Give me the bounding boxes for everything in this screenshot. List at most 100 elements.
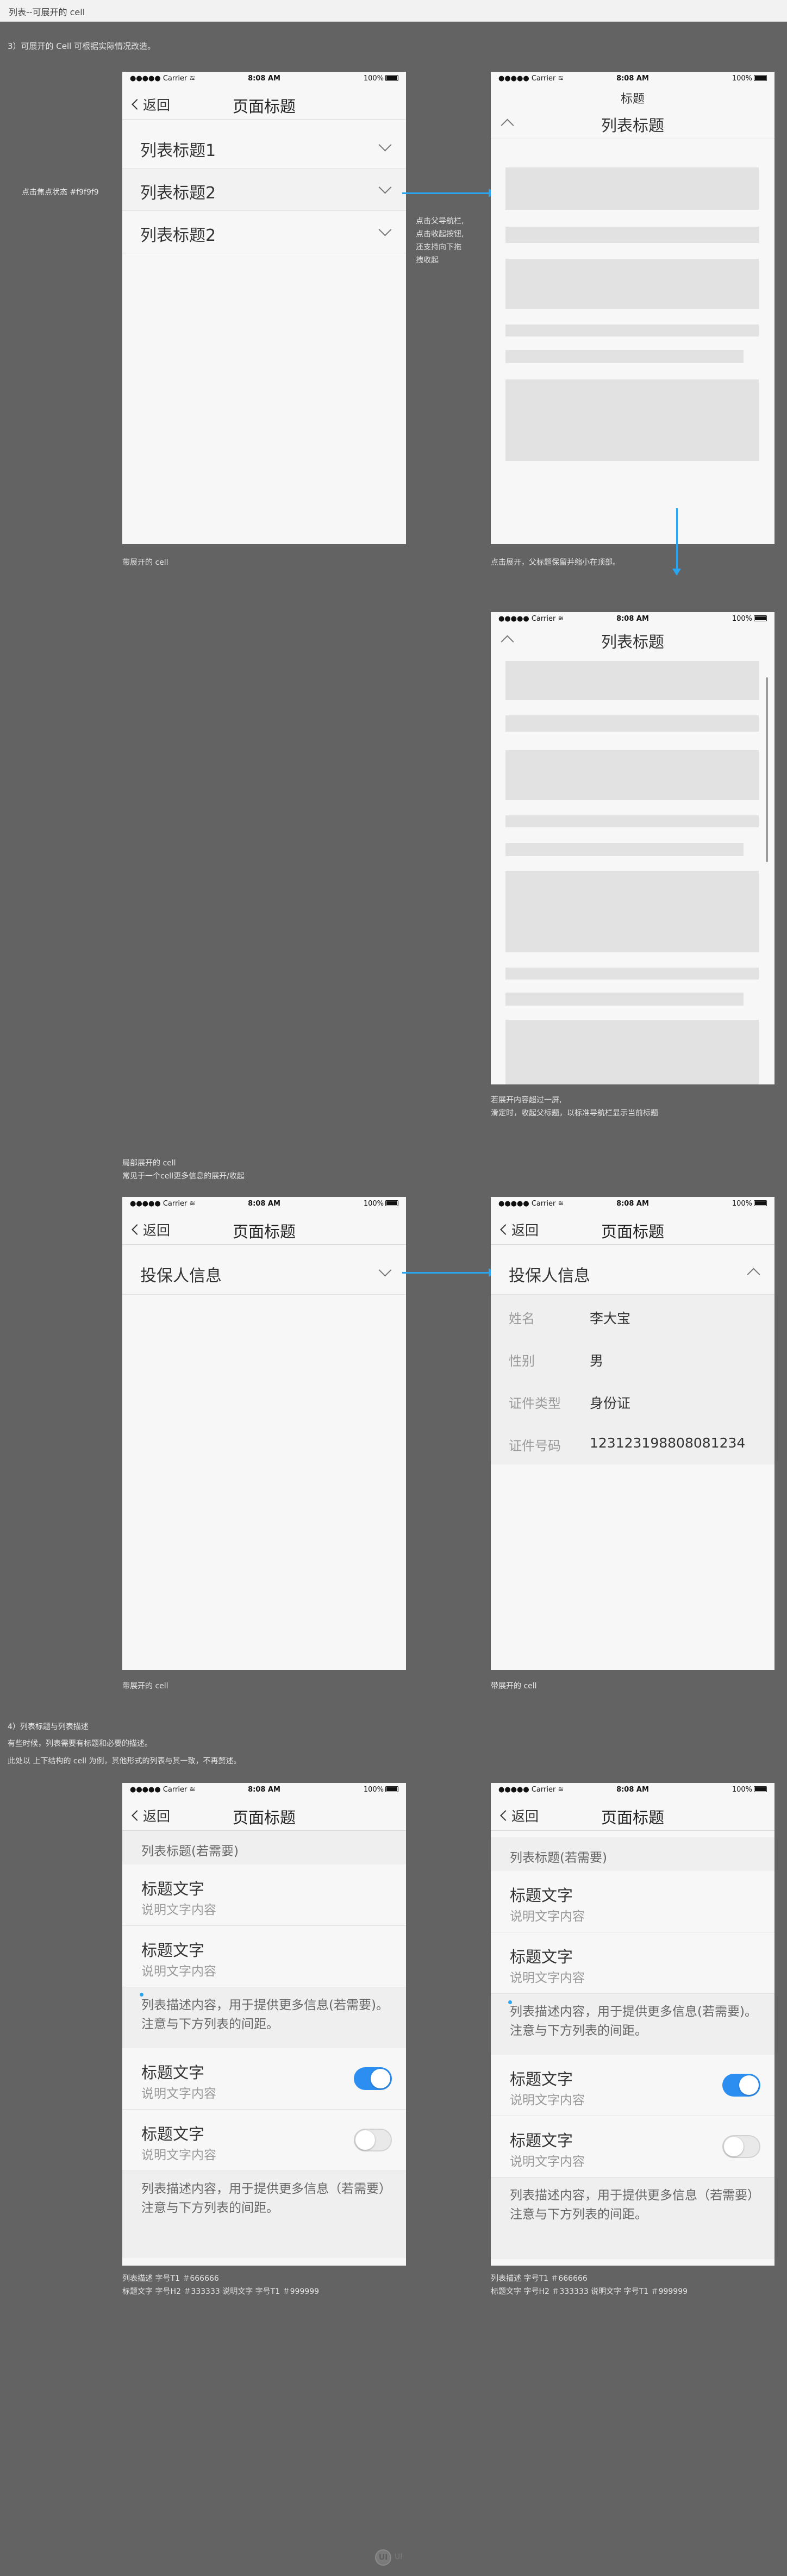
page-header-bar: 列表--可展开的 cell <box>0 0 787 22</box>
nav-title: 页面标题 <box>232 1808 296 1827</box>
toggle-switch-on[interactable] <box>722 2074 760 2097</box>
spec-2: 列表描述 字号T1 ＃666666 标题文字 字号H2 ＃333333 说明文字… <box>491 2274 688 2296</box>
focus-state-note: 点击焦点状态 #f9f9f9 <box>22 188 99 197</box>
list-cell[interactable]: 标题文字 说明文字内容 <box>122 1864 406 1926</box>
nav-title: 页面标题 <box>232 97 296 116</box>
content-placeholder <box>505 968 759 980</box>
content-placeholder <box>505 1020 759 1084</box>
nav-title: 页面标题 <box>601 1222 664 1241</box>
list-cell-toggle[interactable]: 标题文字 说明文字内容 <box>122 2110 406 2171</box>
list-item-2-focused[interactable]: 列表标题2 <box>122 169 406 211</box>
watermark-text: UI <box>395 2553 403 2561</box>
list-cell-toggle[interactable]: 标题文字 说明文字内容 <box>491 2116 774 2178</box>
spacing-marker <box>508 2000 512 2004</box>
content-placeholder <box>505 325 759 336</box>
list-group-title: 列表标题(若需要) <box>122 1831 406 1864</box>
detail-row: 姓名 李大宝 <box>509 1311 631 1326</box>
content-placeholder <box>505 871 759 952</box>
status-bar: ●●●●● Carrier ≋ 8:08 AM 100% <box>491 72 774 86</box>
phone-insured-expanded: ●●●●● Carrier ≋ 8:08 AM 100% 返回 页面标题 投保人… <box>491 1197 774 1670</box>
content-placeholder <box>505 843 744 856</box>
arrow-right <box>402 189 496 197</box>
expanded-header[interactable]: 列表标题 <box>491 626 774 653</box>
insured-info-row[interactable]: 投保人信息 <box>122 1251 406 1295</box>
content-placeholder <box>505 227 759 243</box>
phone-list-with-desc-2: ●●●●● Carrier ≋ 8:08 AM 100% 返回 页面标题 列表标… <box>491 1783 774 2266</box>
nav-title: 页面标题 <box>232 1222 296 1241</box>
nav-bar: 返回 页面标题 <box>122 1797 406 1831</box>
detail-row: 性别男 <box>509 1353 604 1369</box>
caption-2: 点击展开，父标题保留并缩小在顶部。 <box>491 558 620 567</box>
toggle-switch-on[interactable] <box>354 2067 392 2090</box>
list-cell[interactable]: 标题文字 说明文字内容 <box>491 1871 774 1932</box>
nav-bar: 返回 页面标题 <box>122 1211 406 1245</box>
chevron-down-icon <box>378 223 392 236</box>
list-cell[interactable]: 标题文字 说明文字内容 <box>122 1926 406 1987</box>
battery-icon <box>754 1200 767 1206</box>
nav-bar: 返回 页面标题 <box>491 1211 774 1245</box>
tap-note: 点击父导航栏, 点击收起按钮, 还支持向下拖 拽收起 <box>416 217 464 265</box>
detail-row: 证件类型 身份证 <box>509 1395 631 1411</box>
spacing-marker <box>140 1993 143 1997</box>
list-description: 列表描述内容，用于提供更多信息(若需要)。注意与下方列表的间距。 <box>122 1987 406 2048</box>
status-bar: ●●●●● Carrier ≋ 8:08 AM 100% <box>122 1783 406 1797</box>
status-bar: ●●●●● Carrier ≋ 8:08 AM 100% <box>122 1197 406 1211</box>
content-placeholder <box>505 815 759 827</box>
list-description: 列表描述内容，用于提供更多信息（若需要）注意与下方列表的间距。 <box>122 2171 406 2258</box>
detail-row: 证件号码 123123198808081234 <box>509 1435 746 1454</box>
chevron-down-icon <box>378 138 392 152</box>
content-placeholder <box>505 715 759 732</box>
phone-expanded-overflow: ●●●●● Carrier ≋ 8:08 AM 100% 列表标题 <box>491 612 774 1084</box>
battery-icon <box>385 1786 398 1792</box>
status-bar: ●●●●● Carrier ≋ 8:08 AM 100% <box>491 612 774 626</box>
insured-details: 姓名 李大宝 性别男 证件类型 身份证 证件号码 123123198808081234 <box>491 1295 774 1464</box>
chevron-down-icon <box>378 180 392 194</box>
list-item-1[interactable]: 列表标题1 <box>122 126 406 169</box>
battery-icon <box>385 1200 398 1206</box>
battery-icon <box>754 1786 767 1792</box>
content-placeholder <box>505 993 744 1006</box>
status-bar: ●●●●● Carrier ≋ 8:08 AM 100% <box>491 1783 774 1797</box>
section-3-title: 3）可展开的 Cell 可根据实际情况改造。 <box>8 41 156 51</box>
chevron-down-icon <box>378 1263 392 1277</box>
toggle-switch-off[interactable] <box>722 2135 760 2158</box>
phone-insured-collapsed: ●●●●● Carrier ≋ 8:08 AM 100% 返回 页面标题 投保人… <box>122 1197 406 1670</box>
caption-4: 带展开的 cell <box>122 1682 168 1691</box>
battery-icon <box>754 75 767 81</box>
list-cell[interactable]: 标题文字 说明文字内容 <box>491 1932 774 1994</box>
list-group-title: 列表标题(若需要) <box>491 1837 774 1871</box>
nav-title: 页面标题 <box>601 1808 664 1827</box>
scrollbar[interactable] <box>766 677 768 862</box>
content-placeholder <box>505 750 759 800</box>
phone-expanded-list: ●●●●● Carrier ≋ 8:08 AM 100% 标题 列表标题 <box>491 72 774 544</box>
content-placeholder <box>505 350 744 363</box>
content-placeholder <box>505 259 759 309</box>
nav-bar: 返回 页面标题 <box>122 86 406 120</box>
caption-3: 若展开内容超过一屏, 滑定时，收起父标题，以标准导航栏显示当前标题 <box>491 1096 658 1118</box>
collapsed-parent-title: 标题 <box>491 86 774 108</box>
toggle-switch-off[interactable] <box>354 2129 392 2151</box>
list-cell-toggle[interactable]: 标题文字 说明文字内容 <box>491 2055 774 2116</box>
phone-collapsed-list: ●●●●● Carrier ≋ 8:08 AM 100% 返回 页面标题 列表标… <box>122 72 406 544</box>
caption-1: 带展开的 cell <box>122 558 168 567</box>
content-placeholder <box>505 379 759 461</box>
battery-icon <box>754 615 767 621</box>
list-item-3[interactable]: 列表标题2 <box>122 211 406 253</box>
arrow-right <box>402 1268 496 1277</box>
insured-info-row[interactable]: 投保人信息 <box>491 1251 774 1295</box>
battery-icon <box>385 75 398 81</box>
list-cell-toggle[interactable]: 标题文字 说明文字内容 <box>122 2048 406 2110</box>
expanded-header[interactable]: 列表标题 <box>491 108 774 139</box>
content-placeholder <box>505 167 759 210</box>
list-description: 列表描述内容，用于提供更多信息(若需要)。注意与下方列表的间距。 <box>491 1994 774 2055</box>
phone-list-with-desc-1: ●●●●● Carrier ≋ 8:08 AM 100% 返回 页面标题 列表标… <box>122 1783 406 2266</box>
status-bar: ●●●●● Carrier ≋ 8:08 AM 100% <box>491 1197 774 1211</box>
list-description: 列表描述内容，用于提供更多信息（若需要）注意与下方列表的间距。 <box>491 2178 774 2259</box>
status-bar: ●●●●● Carrier ≋ 8:08 AM 100% <box>122 72 406 86</box>
chevron-up-icon <box>747 1268 760 1281</box>
watermark-logo: UI <box>375 2549 391 2566</box>
partial-expand-note: 局部展开的 cell 常见于一个cell更多信息的展开/收起 <box>122 1159 245 1181</box>
page-title: 列表--可展开的 cell <box>9 7 85 17</box>
nav-bar: 返回 页面标题 <box>491 1797 774 1831</box>
arrow-down <box>672 508 681 576</box>
